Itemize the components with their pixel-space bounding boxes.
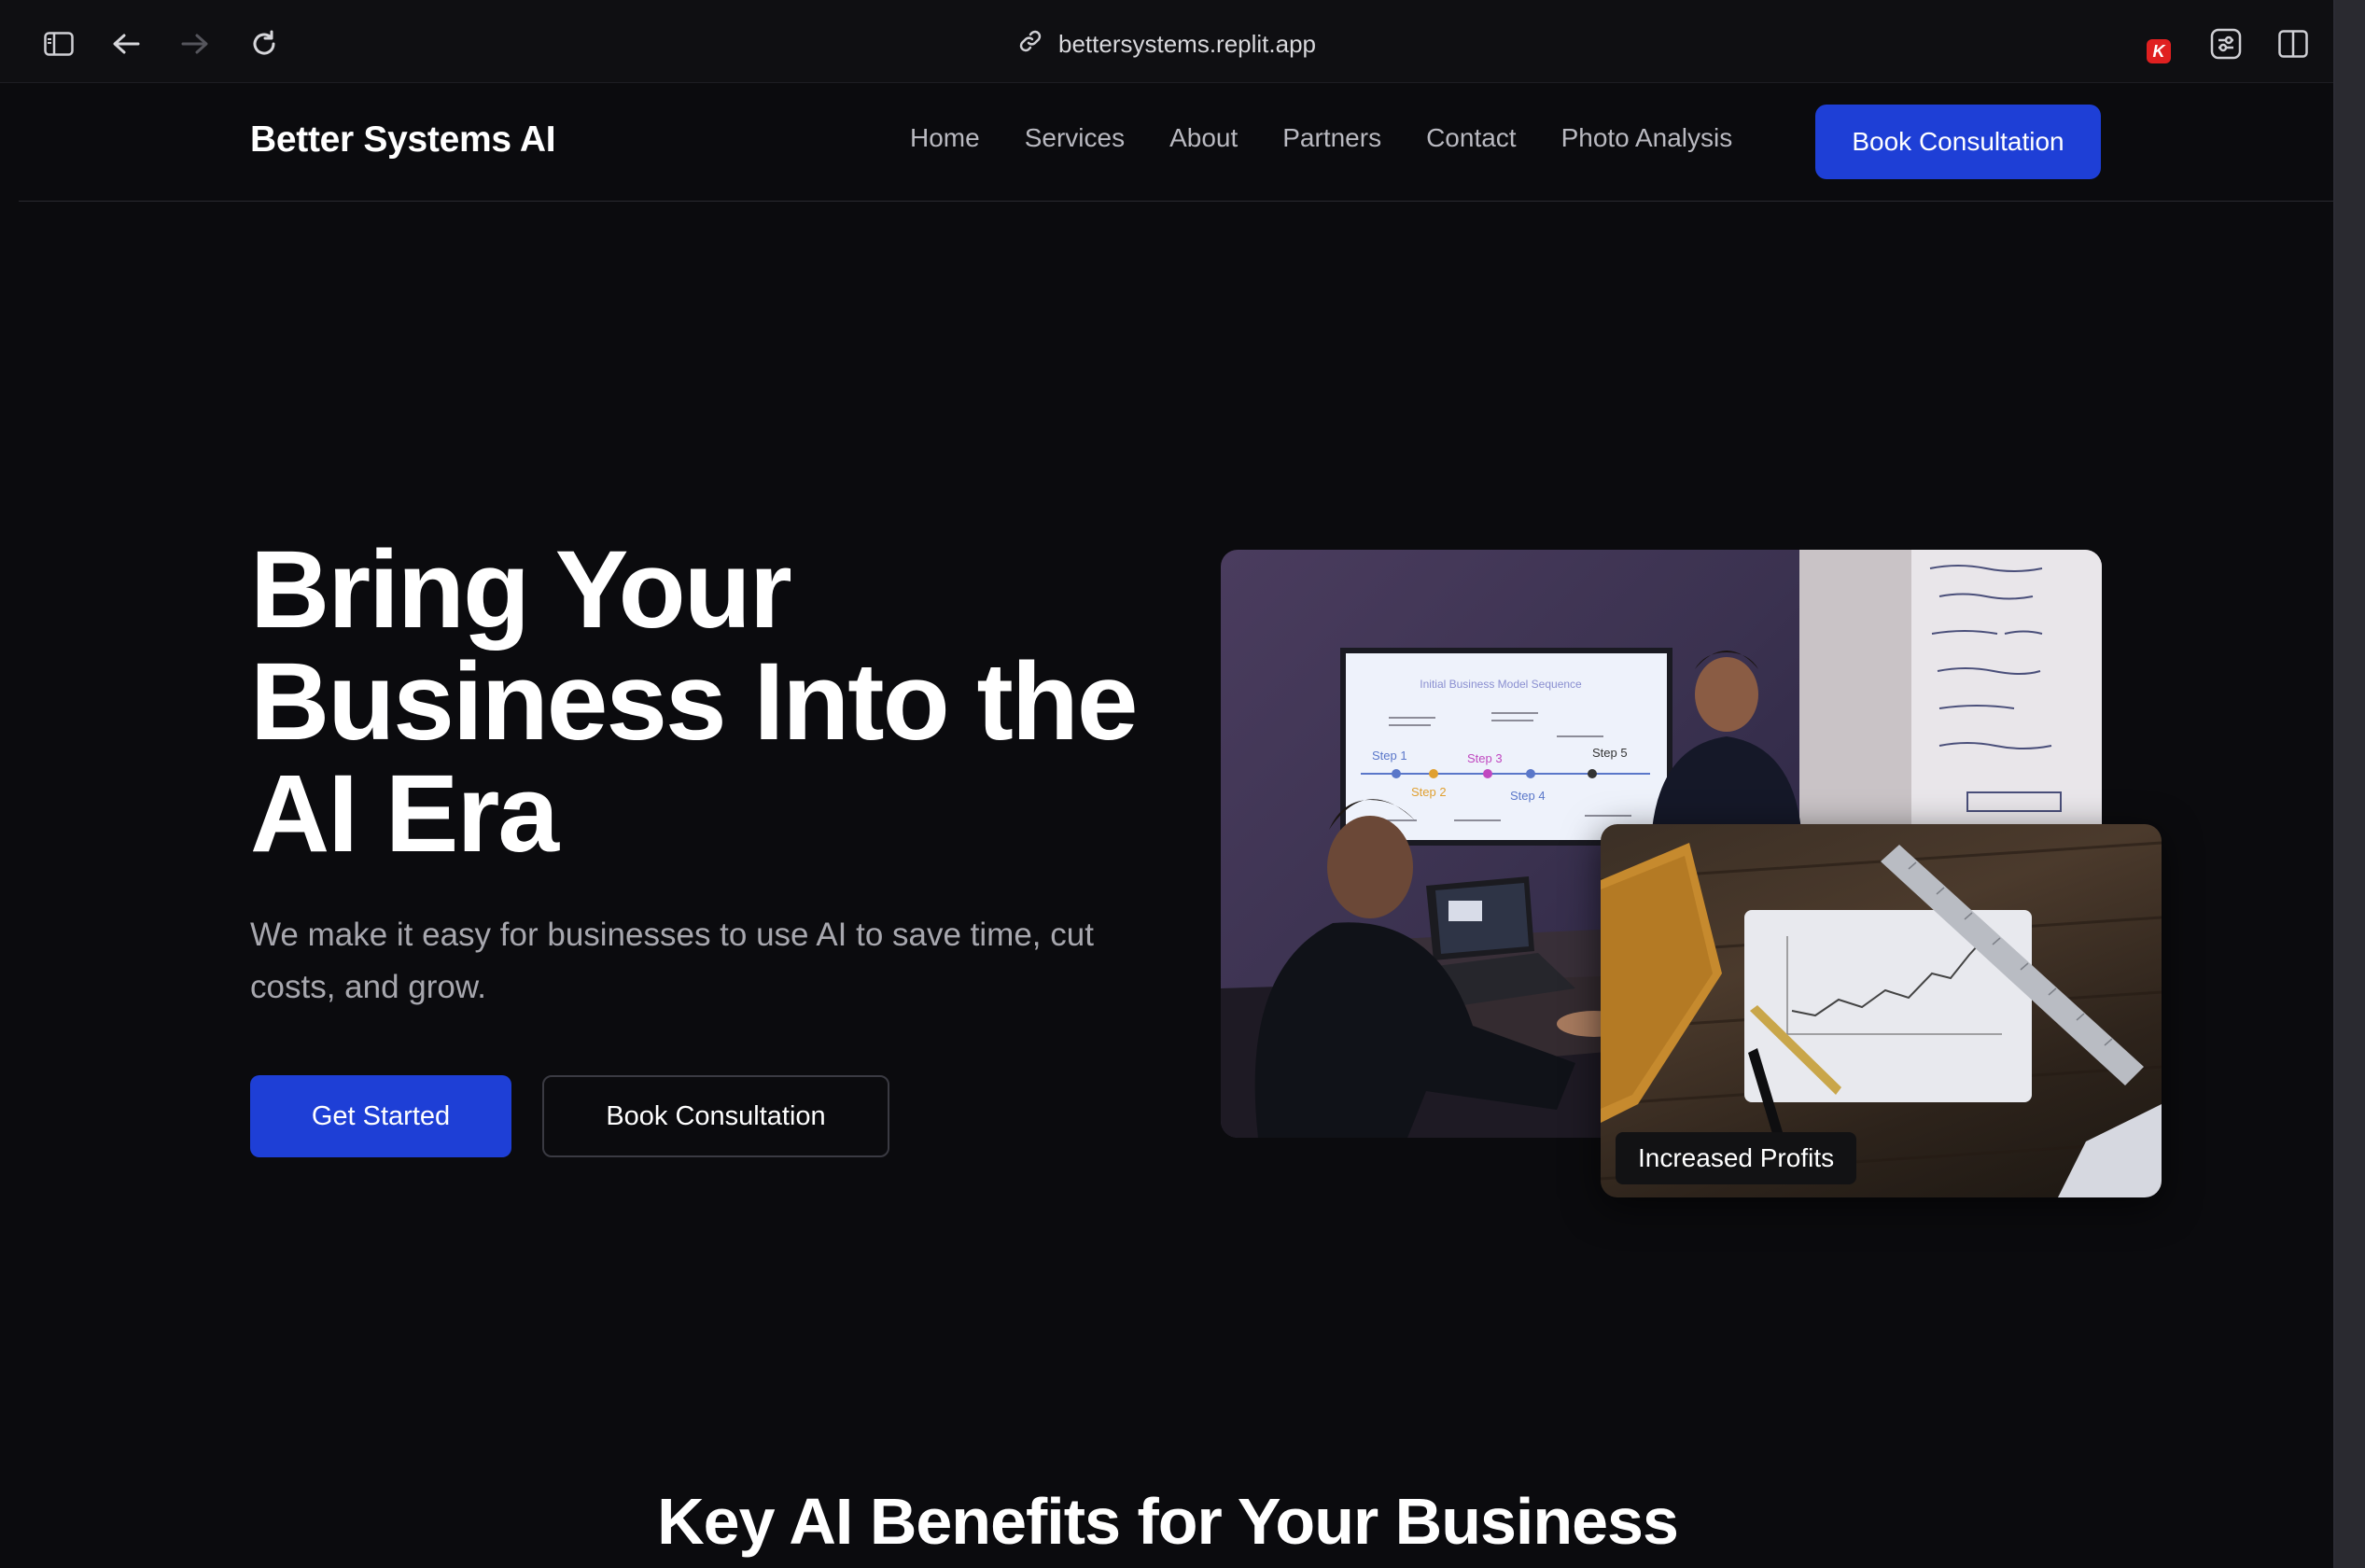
sidebar-toggle-icon[interactable] — [39, 24, 78, 63]
increased-profits-badge: Increased Profits — [1616, 1132, 1857, 1184]
nav-contact[interactable]: Contact — [1426, 123, 1517, 153]
screen-step-5: Step 5 — [1592, 746, 1628, 760]
benefits-section-title: Key AI Benefits for Your Business — [657, 1485, 1679, 1558]
get-started-button[interactable]: Get Started — [250, 1075, 511, 1157]
split-view-icon[interactable] — [2274, 24, 2313, 63]
back-arrow-icon[interactable] — [106, 24, 146, 63]
url-text: bettersystems.replit.app — [1057, 29, 1317, 58]
nav-home[interactable]: Home — [910, 123, 980, 153]
browser-window: bettersystems.replit.app K Better System… — [0, 0, 2335, 1568]
hero-image-profits: Increased Profits — [1601, 824, 2162, 1197]
screen-step-2: Step 2 — [1411, 785, 1447, 799]
link-icon — [1017, 28, 1043, 61]
address-bar[interactable]: bettersystems.replit.app — [1017, 22, 1316, 65]
screen-step-4: Step 4 — [1510, 789, 1546, 803]
screen-title: Initial Business Model Sequence — [1420, 678, 1582, 691]
hero-subtitle: We make it easy for businesses to use AI… — [250, 917, 1094, 1005]
nav-partners[interactable]: Partners — [1282, 123, 1381, 153]
extensions-icon[interactable] — [2206, 24, 2246, 63]
reload-icon[interactable] — [245, 24, 284, 63]
extension-badge-icon[interactable]: K — [2147, 39, 2171, 63]
screen-step-1: Step 1 — [1372, 749, 1407, 763]
brand-logo[interactable]: Better Systems AI — [250, 119, 556, 161]
site-navbar: Better Systems AI Home Services About Pa… — [19, 82, 2335, 202]
browser-toolbar: bettersystems.replit.app K — [0, 0, 2333, 83]
book-consultation-button[interactable]: Book Consultation — [542, 1075, 889, 1157]
forward-arrow-icon[interactable] — [175, 24, 215, 63]
nav-photo-analysis[interactable]: Photo Analysis — [1561, 123, 1733, 153]
screen-step-3: Step 3 — [1467, 751, 1503, 765]
nav-services[interactable]: Services — [1025, 123, 1125, 153]
hero-title: Bring Your Business Into the AI Era — [250, 528, 1138, 875]
nav-book-consultation-button[interactable]: Book Consultation — [1815, 105, 2101, 179]
nav-menu: Home Services About Partners Contact Pho… — [910, 123, 1732, 153]
nav-about[interactable]: About — [1169, 123, 1238, 153]
